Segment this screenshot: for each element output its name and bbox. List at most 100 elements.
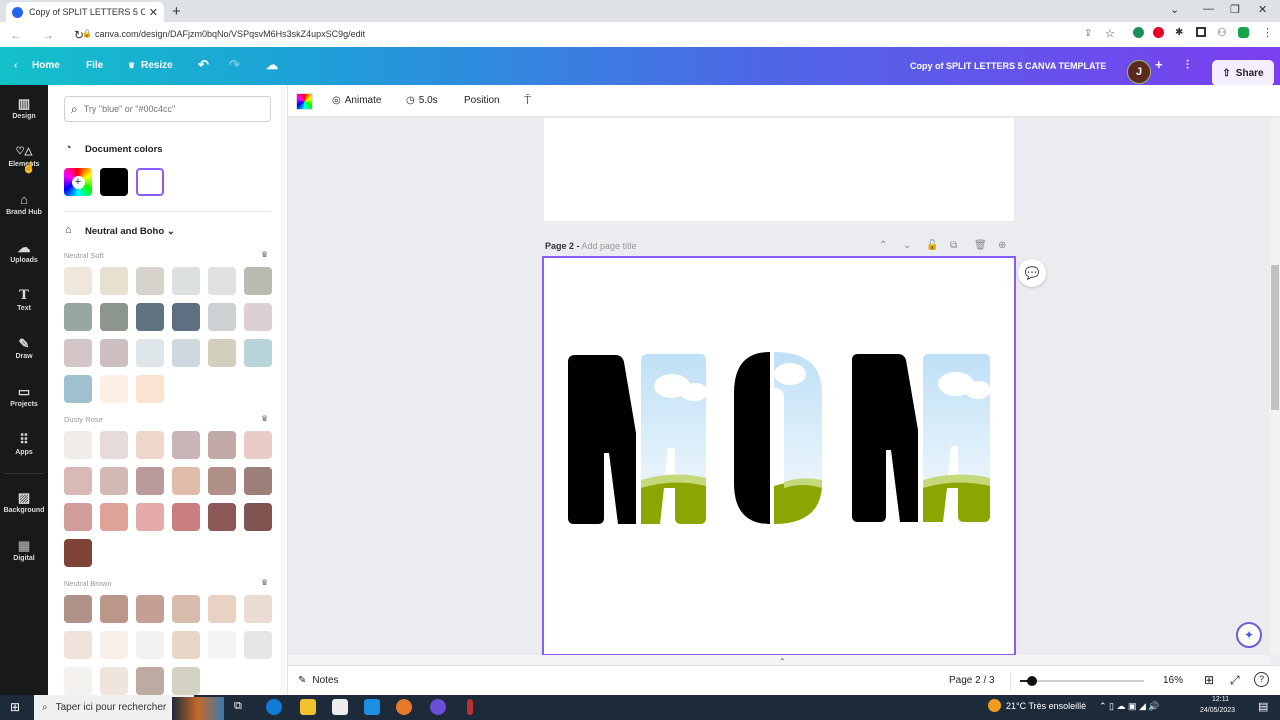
animate-button[interactable]: ◎ Animate (332, 95, 381, 106)
forward-icon[interactable]: → (42, 28, 64, 42)
color-swatch[interactable] (136, 303, 164, 331)
undo-icon[interactable]: ↶ (198, 57, 209, 73)
color-swatch[interactable] (208, 631, 236, 659)
scrollbar-thumb[interactable] (1271, 265, 1279, 410)
home-button[interactable]: Home (32, 60, 60, 71)
color-swatch[interactable] (208, 503, 236, 531)
color-swatch[interactable] (64, 431, 92, 459)
color-swatch[interactable] (172, 467, 200, 495)
color-swatch[interactable] (100, 339, 128, 367)
rail-item-projects[interactable]: ▭ Projects (0, 385, 48, 409)
color-swatch[interactable] (136, 375, 164, 403)
rail-item-design[interactable]: ▥ Design (0, 97, 48, 121)
color-swatch[interactable] (136, 503, 164, 531)
notes-button[interactable]: ✎ Notes (298, 675, 339, 686)
rail-item-digital[interactable]: ▦ Digital (0, 539, 48, 563)
color-swatch[interactable] (100, 303, 128, 331)
page-2-canvas[interactable] (542, 256, 1016, 656)
add-page-icon[interactable]: ⊕ (998, 240, 1006, 251)
color-swatch[interactable] (100, 375, 128, 403)
color-swatch[interactable] (208, 467, 236, 495)
rail-item-text[interactable]: T Text (0, 289, 48, 313)
color-swatch[interactable] (64, 267, 92, 295)
color-swatch[interactable] (136, 631, 164, 659)
color-swatch[interactable] (208, 303, 236, 331)
fullscreen-icon[interactable]: ⤢ (1230, 673, 1240, 688)
color-swatch[interactable] (136, 339, 164, 367)
lock-page-icon[interactable]: 🔓 (926, 240, 938, 251)
user-avatar[interactable]: J (1127, 60, 1151, 84)
color-swatch[interactable] (208, 431, 236, 459)
brave-icon[interactable] (396, 699, 412, 715)
weather-text[interactable]: 21°C Très ensoleillé (1006, 701, 1086, 711)
new-tab-button[interactable]: + (172, 3, 181, 20)
extension-shield-icon[interactable] (1133, 27, 1144, 38)
color-swatch[interactable] (136, 267, 164, 295)
share-page-icon[interactable]: ⇪ (1084, 28, 1092, 39)
taskbar-search[interactable]: ⌕ Taper ici pour rechercher (34, 695, 194, 720)
color-swatch[interactable] (244, 267, 272, 295)
file-explorer-icon[interactable] (300, 699, 316, 715)
restore-button[interactable]: ❐ (1230, 3, 1240, 16)
mom-split-letters-design[interactable] (544, 258, 1014, 654)
duplicate-page-icon[interactable]: ⧉ (950, 240, 957, 251)
color-swatch[interactable] (100, 595, 128, 623)
color-swatch[interactable] (64, 503, 92, 531)
clock-time[interactable]: 12:11 (1212, 696, 1229, 703)
color-swatch[interactable] (64, 303, 92, 331)
notifications-icon[interactable]: ▤ (1258, 700, 1268, 713)
app-icon[interactable] (467, 699, 473, 715)
color-swatch[interactable] (136, 595, 164, 623)
rail-item-apps[interactable]: ⠿ Apps (0, 433, 48, 457)
zoom-level[interactable]: 16% (1163, 675, 1183, 686)
color-swatch[interactable] (136, 667, 164, 695)
position-button[interactable]: Position (464, 95, 500, 106)
pinterest-icon[interactable] (1153, 27, 1164, 38)
color-swatch[interactable] (100, 267, 128, 295)
resize-button[interactable]: Resize (141, 60, 173, 71)
add-comment-button[interactable]: 💬 (1018, 259, 1046, 287)
windows-start-icon[interactable]: ⊞ (10, 700, 20, 714)
color-swatch[interactable] (100, 503, 128, 531)
color-swatch[interactable] (136, 467, 164, 495)
delete-page-icon[interactable]: 🗑 (974, 240, 987, 251)
profile-icon[interactable]: ⚇ (1217, 26, 1227, 39)
document-color-swatch[interactable] (136, 168, 164, 196)
security-extension-icon[interactable] (1238, 27, 1249, 38)
color-search-box[interactable]: ⌕ (64, 96, 271, 122)
mail-icon[interactable] (364, 699, 380, 715)
color-swatch[interactable] (64, 375, 92, 403)
minimize-button[interactable]: — (1203, 3, 1214, 15)
color-swatch[interactable] (244, 467, 272, 495)
magic-assistant-button[interactable]: ✦ (1236, 622, 1262, 648)
url-field[interactable]: canva.com/design/DAFjzm0bqNo/VSPqsvM6Hs3… (95, 29, 365, 39)
color-swatch[interactable] (208, 267, 236, 295)
paint-roller-icon[interactable]: ⍑ (524, 93, 531, 108)
file-menu-button[interactable]: File (86, 60, 103, 71)
redo-icon[interactable]: ↷ (229, 57, 240, 73)
color-swatch[interactable] (244, 431, 272, 459)
color-swatch[interactable] (100, 631, 128, 659)
bookmark-star-icon[interactable]: ☆ (1105, 27, 1115, 40)
edge-icon[interactable] (266, 699, 282, 715)
zoom-slider-handle[interactable] (1027, 676, 1038, 686)
color-swatch[interactable] (172, 631, 200, 659)
duration-button[interactable]: ◷ 5.0s (406, 95, 438, 106)
color-swatch[interactable] (244, 339, 272, 367)
palette-dropdown[interactable]: Neutral and Boho ⌄ (85, 226, 175, 237)
rail-item-brand-hub[interactable]: ⌂ Brand Hub (0, 193, 48, 217)
share-button[interactable]: ⇧ Share (1212, 60, 1274, 86)
system-tray-icons[interactable]: ⌃ ▯ ☁ ▣ ◢ 🔊 (1099, 701, 1160, 712)
color-swatch[interactable] (100, 667, 128, 695)
back-icon[interactable]: ← (10, 28, 32, 42)
side-panel-icon[interactable] (1196, 27, 1206, 37)
insights-chart-icon[interactable]: ⫶ (1186, 58, 1189, 73)
document-title[interactable]: Copy of SPLIT LETTERS 5 CANVA TEMPLATE (910, 61, 1106, 71)
add-collaborator-icon[interactable]: + (1155, 57, 1163, 72)
rail-item-draw[interactable]: ✎ Draw (0, 337, 48, 361)
extensions-puzzle-icon[interactable]: ✱ (1175, 27, 1183, 38)
discord-icon[interactable] (430, 699, 446, 715)
task-view-icon[interactable]: ⧉ (234, 700, 242, 713)
rail-item-background[interactable]: ▨ Background (0, 491, 48, 515)
close-window-button[interactable]: ✕ (1258, 3, 1267, 16)
